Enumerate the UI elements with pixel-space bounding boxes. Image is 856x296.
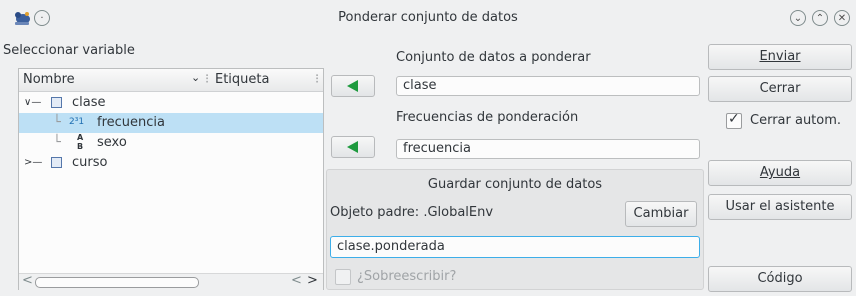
numeric-variable-icon: 2³1 — [69, 117, 85, 127]
sort-chevron-icon[interactable]: ⌄ — [191, 71, 200, 84]
tree-item-label: curso — [72, 155, 108, 170]
expanded-arrow-icon[interactable]: ∨— — [24, 93, 41, 113]
save-group: Guardar conjunto de datos Objeto padre: … — [326, 169, 704, 290]
scrollbar-thumb[interactable] — [35, 277, 199, 288]
add-weights-button[interactable] — [331, 136, 375, 158]
tree-row-clase[interactable]: ∨— clase — [19, 93, 323, 113]
weights-field[interactable]: frecuencia — [396, 139, 700, 159]
dataframe-icon — [51, 97, 62, 108]
change-button[interactable]: Cambiar — [625, 201, 697, 227]
add-dataset-button[interactable] — [331, 75, 375, 97]
code-button[interactable]: Código — [708, 266, 852, 292]
column-name-header[interactable]: Nombre — [23, 72, 75, 87]
dataframe-icon — [51, 157, 62, 168]
tree-item-label: frecuencia — [97, 115, 165, 130]
close-button[interactable]: Cerrar — [708, 76, 852, 102]
scroll-left-icon[interactable]: < — [22, 273, 33, 288]
tree-connector: └ — [53, 135, 61, 150]
checkmark-icon: ✓ — [728, 111, 740, 127]
wizard-button[interactable]: Usar el asistente — [708, 194, 852, 220]
minimize-icon[interactable]: ⌄ — [790, 10, 806, 26]
tree-row-frecuencia[interactable]: └ 2³1 frecuencia — [19, 113, 323, 133]
arrow-left-icon — [347, 141, 358, 153]
weights-label: Frecuencias de ponderación — [396, 110, 579, 125]
overwrite-label: ¿Sobreescribir? — [357, 269, 457, 284]
horizontal-scrollbar[interactable]: < < > — [19, 273, 323, 290]
variable-selector-heading: Seleccionar variable — [3, 43, 135, 58]
scroll-left-icon[interactable]: < — [291, 273, 302, 288]
auto-close-checkbox[interactable]: ✓ — [726, 111, 742, 129]
auto-close-label: Cerrar autom. — [750, 113, 842, 128]
column-divider: ⁝ — [205, 72, 210, 87]
tree-row-sexo[interactable]: └ AB sexo — [19, 133, 323, 153]
scroll-right-icon[interactable]: > — [307, 273, 318, 288]
tree-item-label: sexo — [97, 135, 127, 150]
close-button-label: Cerrar — [759, 81, 801, 96]
column-divider: ⁝ — [315, 72, 320, 87]
parent-object-label: Objeto padre: .GlobalEnv — [330, 205, 494, 220]
tree-header: Nombre ⌄ ⁝ Etiqueta ⁝ — [19, 69, 323, 92]
tree-item-label: clase — [72, 95, 106, 110]
dataset-field[interactable]: clase — [396, 76, 700, 96]
tree-connector: └ — [53, 115, 61, 130]
wizard-button-label: Usar el asistente — [725, 199, 835, 214]
arrow-left-icon — [347, 80, 358, 92]
submit-button-label: Enviar — [759, 49, 801, 64]
maximize-icon[interactable]: ⌃ — [812, 10, 828, 26]
code-button-label: Código — [757, 271, 803, 286]
factor-variable-icon: AB — [77, 133, 84, 151]
save-name-field[interactable]: clase.ponderada — [330, 236, 700, 258]
title-bar: · Ponderar conjunto de datos ⌄ ⌃ ✕ — [0, 0, 856, 36]
tree-row-curso[interactable]: >— curso — [19, 153, 323, 173]
window-title: Ponderar conjunto de datos — [338, 10, 518, 25]
variable-tree: Nombre ⌄ ⁝ Etiqueta ⁝ ∨— clase └ 2³1 fre… — [18, 68, 324, 290]
save-group-title: Guardar conjunto de datos — [427, 177, 603, 192]
change-button-label: Cambiar — [633, 206, 689, 221]
overwrite-checkbox[interactable] — [335, 269, 351, 285]
dataset-label: Conjunto de datos a ponderar — [396, 50, 591, 65]
help-button[interactable]: Ayuda — [708, 160, 852, 186]
column-label-header[interactable]: Etiqueta — [215, 72, 269, 87]
collapsed-arrow-icon[interactable]: >— — [24, 153, 42, 173]
help-button-label: Ayuda — [759, 165, 801, 180]
close-icon[interactable]: ✕ — [834, 10, 850, 26]
submit-button[interactable]: Enviar — [708, 44, 852, 70]
